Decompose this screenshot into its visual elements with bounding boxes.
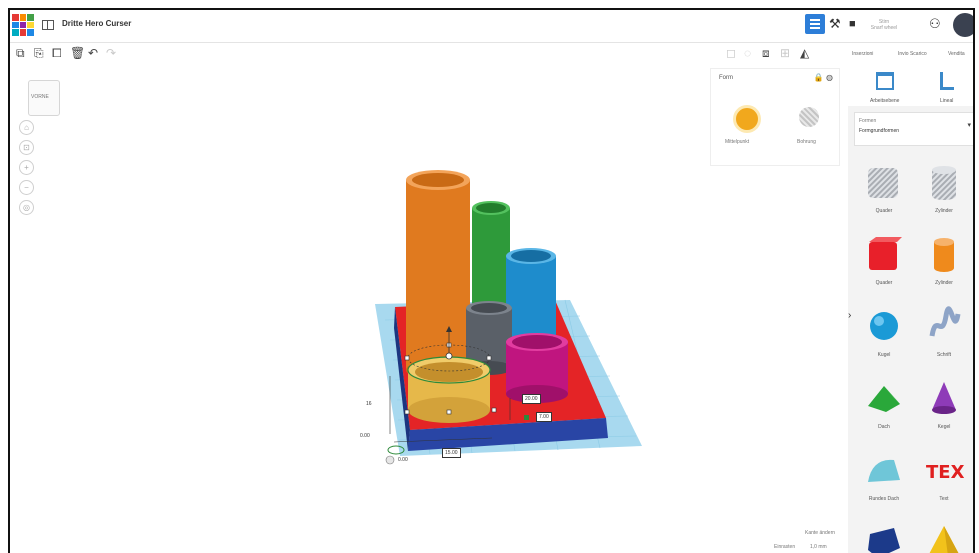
- hole-label: Bohrung: [797, 139, 816, 145]
- depth-dimension[interactable]: 0.00: [396, 456, 410, 464]
- solid-label: Mittelpunkt: [725, 139, 750, 145]
- right-tabs: Inserzioni Invio Scarico Vendita: [848, 42, 973, 66]
- shape-label: Text: [939, 496, 949, 502]
- pyramid-icon[interactable]: [924, 522, 964, 553]
- shape-label: Zylinder: [935, 280, 953, 286]
- cone-icon[interactable]: [924, 378, 964, 418]
- shape-label: Kegel: [937, 424, 951, 430]
- round-roof-icon[interactable]: [864, 450, 904, 490]
- edit-grid-label[interactable]: Kante ändern: [805, 530, 835, 536]
- orange-cylinder[interactable]: [406, 180, 470, 370]
- hole-icon[interactable]: [799, 107, 819, 127]
- shape-label: Quader: [875, 280, 893, 286]
- shape-label: Zylinder: [935, 208, 953, 214]
- shape-label: Schrift: [936, 352, 952, 358]
- snap-handle[interactable]: [385, 455, 395, 465]
- shape-label: Quader: [875, 208, 893, 214]
- tab-export[interactable]: Invio Scarico: [898, 51, 927, 57]
- center-handle[interactable]: [445, 352, 453, 360]
- user-line-2: Snarf wheel: [870, 25, 898, 31]
- add-user-icon[interactable]: ⚇: [929, 17, 941, 31]
- text-icon[interactable]: TEXT: [924, 450, 973, 490]
- tab-import[interactable]: Inserzioni: [852, 51, 873, 57]
- dropdown-label: Formen: [859, 118, 877, 124]
- blue-cylinder[interactable]: [506, 256, 556, 346]
- shape-label: Dach: [878, 424, 890, 430]
- workplane-label: Arbeitsebene: [870, 98, 900, 104]
- cylinder-hole-icon[interactable]: [924, 162, 964, 202]
- inspector-title[interactable]: Form: [719, 75, 733, 81]
- width-dimension[interactable]: 15.00: [442, 448, 461, 458]
- snap-grid-label: Einrasten: [774, 544, 796, 550]
- panel-tools: Arbeitsebene Lineal: [848, 66, 973, 106]
- height-dimension[interactable]: 16: [364, 400, 374, 408]
- cylinder-icon[interactable]: [924, 234, 964, 274]
- length-dimension-b[interactable]: 7.00: [536, 412, 552, 422]
- polygon-icon[interactable]: [864, 522, 904, 553]
- briefcase-icon[interactable]: ■: [849, 17, 856, 31]
- ruler-icon[interactable]: [940, 72, 954, 90]
- chevron-down-icon: ▾: [967, 122, 971, 129]
- shapes-panel: Arbeitsebene Lineal Formen Formgrundform…: [848, 66, 973, 553]
- user-info: Stirn Snarf wheel: [868, 19, 900, 31]
- svg-text:TEXT: TEXT: [926, 462, 964, 483]
- length-dimension-a[interactable]: 20.00: [522, 394, 541, 404]
- shape-label: Rundes Dach: [868, 496, 900, 502]
- scribble-icon[interactable]: [924, 306, 964, 346]
- box-hole-icon[interactable]: [864, 162, 904, 202]
- shape-inspector: Form 🔒 ◍ Mittelpunkt Bohrung: [710, 68, 840, 166]
- shape-library-dropdown[interactable]: Formen Formgrundformen ▾: [854, 112, 973, 146]
- workplane-icon[interactable]: [876, 72, 894, 90]
- panel-collapse-icon[interactable]: ›: [848, 310, 851, 321]
- ruler-label: Lineal: [940, 98, 954, 104]
- solid-color-icon[interactable]: [733, 105, 761, 133]
- dropdown-value: Formgrundformen: [859, 128, 900, 134]
- shape-label: Kugel: [877, 352, 891, 358]
- sphere-icon[interactable]: [864, 306, 904, 346]
- avatar[interactable]: [953, 13, 973, 37]
- z-dimension[interactable]: 0.00: [358, 432, 372, 440]
- snap-grid-value[interactable]: 1,0 mm: [810, 544, 827, 550]
- inspector-lock-light-icons[interactable]: 🔒 ◍: [814, 73, 833, 82]
- roof-icon[interactable]: [864, 378, 904, 418]
- box-icon[interactable]: [864, 234, 904, 274]
- app-window: Dritte Hero Curser ⚒ ■ Stirn Snarf wheel…: [8, 8, 975, 553]
- tab-share[interactable]: Vendita: [948, 51, 965, 57]
- size-handle[interactable]: [524, 415, 529, 420]
